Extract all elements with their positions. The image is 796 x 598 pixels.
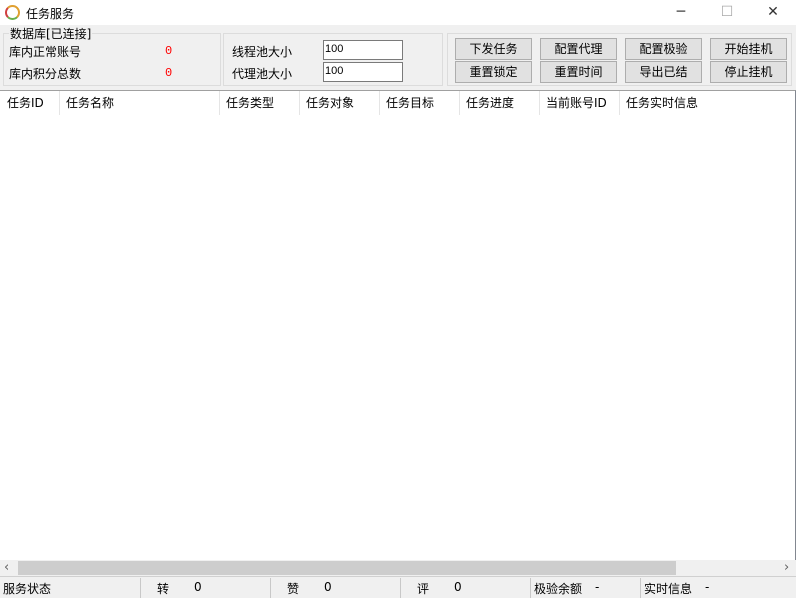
like-value: 0 xyxy=(324,580,332,594)
forward-value: 0 xyxy=(194,580,202,594)
window-title: 任务服务 xyxy=(26,7,75,21)
minimize-button[interactable]: ─ xyxy=(658,0,704,25)
like-label: 赞 xyxy=(287,582,300,596)
column-header-task-name[interactable]: 任务名称 xyxy=(60,91,220,115)
geetest-balance-value: - xyxy=(595,580,600,594)
export-finished-button[interactable]: 导出已结 xyxy=(625,61,702,83)
proxy-pool-label: 代理池大小 xyxy=(232,67,293,81)
realtime-info-label: 实时信息 xyxy=(644,582,693,596)
column-header-task-target[interactable]: 任务目标 xyxy=(380,91,460,115)
points-total-value: 0 xyxy=(165,66,173,80)
column-header-task-id[interactable]: 任务ID xyxy=(0,91,60,115)
status-divider xyxy=(400,578,401,598)
close-button[interactable]: ✕ xyxy=(750,0,796,25)
column-header-task-realtime-info[interactable]: 任务实时信息 xyxy=(620,91,790,115)
column-header-task-object[interactable]: 任务对象 xyxy=(300,91,380,115)
realtime-info-value: - xyxy=(705,580,710,594)
proxy-pool-input[interactable]: 100 xyxy=(323,62,403,82)
status-divider xyxy=(140,578,141,598)
scrollbar-thumb[interactable] xyxy=(18,561,676,575)
stop-hangup-button[interactable]: 停止挂机 xyxy=(710,61,787,83)
service-state-label: 服务状态 xyxy=(3,582,52,596)
configure-geetest-button[interactable]: 配置极验 xyxy=(625,38,702,60)
app-gauge-icon xyxy=(5,5,20,20)
status-divider xyxy=(270,578,271,598)
scroll-right-arrow-icon[interactable]: › xyxy=(784,560,789,575)
control-panel: 数据库[已连接] 库内正常账号 0 库内积分总数 0 线程池大小 100 代理池… xyxy=(0,25,796,90)
task-list[interactable]: 任务ID 任务名称 任务类型 任务对象 任务目标 任务进度 当前账号ID 任务实… xyxy=(0,90,796,560)
normal-accounts-label: 库内正常账号 xyxy=(9,45,82,59)
thread-pool-input[interactable]: 100 xyxy=(323,40,403,60)
thread-pool-label: 线程池大小 xyxy=(232,45,293,59)
reset-lock-button[interactable]: 重置锁定 xyxy=(455,61,532,83)
configure-proxy-button[interactable]: 配置代理 xyxy=(540,38,617,60)
status-divider xyxy=(640,578,641,598)
horizontal-scrollbar[interactable]: ‹ › xyxy=(0,560,796,576)
scroll-left-arrow-icon[interactable]: ‹ xyxy=(4,560,9,575)
start-hangup-button[interactable]: 开始挂机 xyxy=(710,38,787,60)
comment-value: 0 xyxy=(454,580,462,594)
database-group-label: 数据库[已连接] xyxy=(9,25,93,42)
comment-label: 评 xyxy=(417,582,430,596)
normal-accounts-value: 0 xyxy=(165,44,173,58)
status-bar: 服务状态 转 0 赞 0 评 0 极验余额 - 实时信息 - xyxy=(0,576,796,598)
geetest-balance-label: 极验余额 xyxy=(534,582,583,596)
points-total-label: 库内积分总数 xyxy=(9,67,82,81)
column-header-current-account-id[interactable]: 当前账号ID xyxy=(540,91,620,115)
forward-label: 转 xyxy=(157,582,170,596)
title-bar: 任务服务 ─ ☐ ✕ xyxy=(0,0,796,25)
dispatch-task-button[interactable]: 下发任务 xyxy=(455,38,532,60)
column-header-task-progress[interactable]: 任务进度 xyxy=(460,91,540,115)
status-divider xyxy=(530,578,531,598)
reset-time-button[interactable]: 重置时间 xyxy=(540,61,617,83)
maximize-button[interactable]: ☐ xyxy=(704,0,750,25)
column-header-task-type[interactable]: 任务类型 xyxy=(220,91,300,115)
